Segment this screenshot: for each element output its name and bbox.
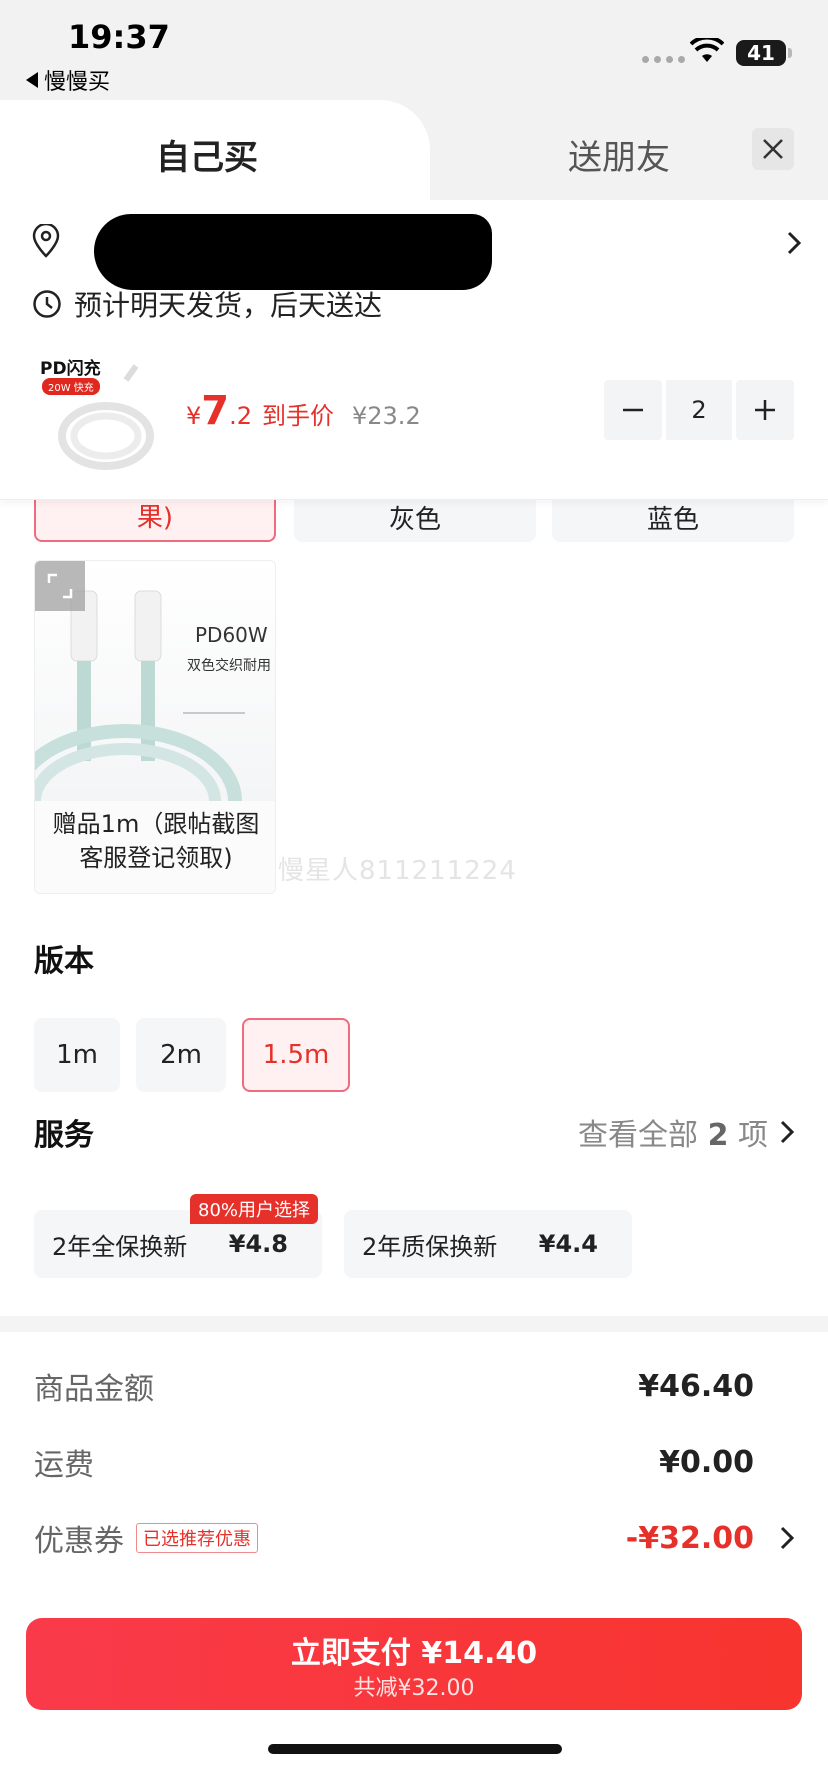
tab-send-friend[interactable]: 送朋友: [568, 130, 670, 179]
close-icon: [763, 139, 783, 159]
service-title: 服务: [34, 1118, 94, 1153]
shipping-value: ¥0.00: [659, 1444, 754, 1480]
clock-icon: [33, 290, 61, 318]
gift-image-title: PD60W: [195, 623, 268, 647]
price-decimal: .2: [229, 402, 253, 430]
cable-image: [58, 364, 154, 470]
tab-self-buy-label: 自己买: [156, 138, 258, 178]
price-label: 到手价: [262, 402, 335, 430]
address-row[interactable]: [32, 214, 802, 290]
minus-icon: [623, 408, 643, 412]
product-summary: PD闪充 20W 快充 ¥ 7 .2 到手价 ¥23.2 2: [0, 340, 828, 500]
coupon-value: -¥32.00: [625, 1520, 754, 1556]
chevron-right-icon: [780, 1526, 794, 1550]
coupon-row[interactable]: 优惠券 已选推荐优惠 -¥32.00: [34, 1518, 794, 1559]
purchase-sheet: 预计明天发货，后天送达 PD闪充 20W 快充 ¥ 7 .2 到手价 ¥23.2…: [0, 200, 828, 1792]
location-pin-icon: [32, 224, 60, 258]
gift-caption: 赠品1m（跟帖截图 客服登记领取): [35, 807, 275, 875]
price-currency: ¥: [186, 402, 202, 430]
see-all-label: 查看全部 2 项: [578, 1110, 768, 1154]
service-option[interactable]: 2年质保换新 ¥4.4: [344, 1210, 632, 1278]
status-bar: 19:37 慢慢买 41: [0, 0, 828, 100]
gift-caption-line2: 客服登记领取): [79, 844, 233, 872]
color-options: 果) 灰色 蓝色: [34, 496, 794, 542]
goods-amount-label: 商品金额: [34, 1372, 154, 1407]
delivery-text: 预计明天发货，后天送达: [74, 289, 383, 322]
plus-icon: [755, 400, 775, 420]
coupon-tag: 已选推荐优惠: [136, 1523, 258, 1553]
version-option[interactable]: 2m: [136, 1018, 226, 1092]
quantity-value[interactable]: 2: [666, 380, 732, 440]
tab-self-buy[interactable]: 自己买: [0, 100, 430, 200]
shipping-label: 运费: [34, 1448, 94, 1483]
section-divider: [0, 1316, 828, 1332]
back-triangle-icon: [26, 72, 38, 88]
back-to-app-link[interactable]: 慢慢买: [26, 64, 110, 96]
color-option[interactable]: 蓝色: [552, 496, 794, 542]
shipping-row: 运费 ¥0.00: [34, 1442, 794, 1484]
wifi-icon: [690, 38, 724, 62]
close-button[interactable]: [752, 128, 794, 170]
version-option[interactable]: 1.5m: [242, 1018, 350, 1092]
gift-image: PD60W 双色交织耐用: [35, 561, 275, 801]
gift-caption-line1: 赠品1m（跟帖截图: [52, 810, 260, 838]
watermark: 慢星人811211224: [278, 856, 517, 886]
original-price: ¥23.2: [352, 402, 421, 430]
service-price: ¥4.8: [228, 1230, 288, 1258]
battery-icon: 41: [736, 40, 792, 66]
product-thumbnail: PD闪充 20W 快充: [36, 350, 162, 476]
decrease-button[interactable]: [604, 380, 662, 440]
chevron-right-icon: [780, 1120, 794, 1144]
price-integer: 7: [201, 388, 230, 434]
see-all-text: 查看全部: [578, 1118, 699, 1153]
pay-discount-label: 共减¥32.00: [353, 1676, 475, 1701]
see-all-unit: 项: [738, 1118, 768, 1153]
address-redacted: [94, 214, 492, 290]
see-all-services-link[interactable]: 查看全部 2 项: [578, 1110, 794, 1154]
service-price: ¥4.4: [538, 1230, 598, 1258]
coupon-label: 优惠券: [34, 1524, 124, 1559]
quantity-stepper: 2: [604, 380, 794, 440]
final-price: ¥ 7 .2 到手价: [186, 388, 334, 434]
gift-option-card[interactable]: PD60W 双色交织耐用 赠品1m（跟帖截图 客服登记领取): [34, 560, 276, 894]
goods-amount-value: ¥46.40: [638, 1368, 754, 1404]
expand-image-button[interactable]: [35, 561, 85, 611]
signal-icon: [642, 56, 685, 63]
purchase-mode-tabs: 自己买 送朋友: [0, 100, 828, 200]
gift-image-subtitle: 双色交织耐用: [187, 658, 271, 674]
back-app-label: 慢慢买: [44, 70, 111, 95]
version-option[interactable]: 1m: [34, 1018, 120, 1092]
pay-now-label: 立即支付 ¥14.40: [290, 1636, 538, 1671]
delivery-estimate: 预计明天发货，后天送达: [32, 284, 382, 324]
chevron-right-icon: [787, 231, 802, 255]
color-option[interactable]: 灰色: [294, 496, 536, 542]
service-popular-badge: 80%用户选择: [190, 1194, 319, 1224]
see-all-count: 2: [707, 1118, 729, 1153]
status-time: 19:37: [68, 18, 170, 56]
goods-amount-row: 商品金额 ¥46.40: [34, 1366, 794, 1408]
home-indicator[interactable]: [268, 1744, 562, 1754]
service-name: 2年质保换新: [362, 1232, 498, 1261]
pay-now-button[interactable]: 立即支付 ¥14.40 共减¥32.00: [26, 1618, 802, 1710]
version-title: 版本: [34, 944, 94, 979]
expand-icon: [47, 573, 73, 599]
color-option[interactable]: 果): [34, 496, 276, 542]
increase-button[interactable]: [736, 380, 794, 440]
service-name: 2年全保换新: [52, 1232, 188, 1261]
